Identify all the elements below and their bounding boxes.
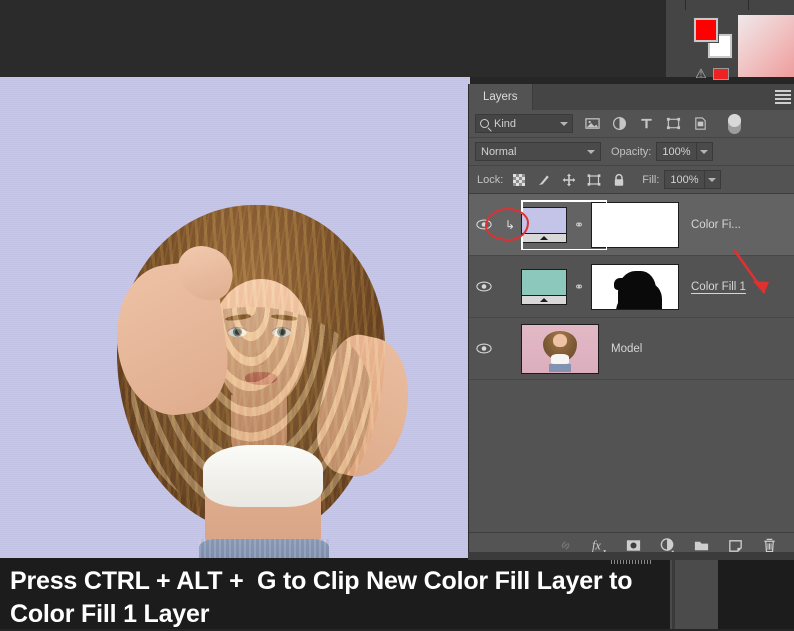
model-jeans: [199, 539, 329, 558]
pixel-layer-filter-icon[interactable]: [585, 116, 600, 131]
hamburger-menu-icon[interactable]: [775, 90, 791, 104]
opacity-input[interactable]: 100%: [656, 142, 697, 161]
mask-link-icon[interactable]: ⚭: [571, 218, 587, 232]
layer-fill-thumbnail[interactable]: [521, 206, 567, 243]
table-row[interactable]: ⚭ Color Fill 1: [469, 256, 794, 318]
caption-bar-edge: [672, 558, 675, 629]
fill-stepper[interactable]: [704, 170, 721, 189]
toolbar-divider: [685, 0, 686, 10]
fill-thumbnail-bar: [522, 232, 566, 242]
blend-mode-select[interactable]: Normal: [475, 142, 601, 161]
type-layer-filter-icon[interactable]: [639, 116, 654, 131]
layer-image-thumbnail[interactable]: [521, 323, 599, 374]
search-icon: [480, 119, 489, 128]
lock-row: Lock: Fill: 100%: [469, 166, 794, 194]
blend-mode-value: Normal: [481, 145, 517, 158]
table-row[interactable]: Model: [469, 318, 794, 380]
smart-object-filter-icon[interactable]: [693, 116, 708, 131]
layer-visibility-toggle[interactable]: [469, 281, 499, 292]
document-canvas[interactable]: [0, 77, 470, 558]
panel-footer-strip: [468, 552, 794, 560]
fill-label: Fill:: [642, 173, 660, 186]
thumbnail-jeans: [549, 363, 571, 373]
chevron-down-icon: [708, 177, 717, 182]
lock-all-icon[interactable]: [612, 173, 626, 187]
layer-visibility-toggle[interactable]: [469, 343, 499, 354]
lock-image-pixels-icon[interactable]: [537, 173, 551, 187]
color-swatches[interactable]: [693, 17, 736, 60]
eye-visibility-icon: [476, 343, 492, 354]
layer-mask-thumbnail[interactable]: [591, 263, 679, 310]
thumbnail-top: [550, 354, 570, 364]
layer-fill-thumbnail[interactable]: [521, 268, 567, 305]
toolbar-divider: [748, 0, 749, 10]
shape-layer-filter-icon[interactable]: [666, 116, 681, 131]
chevron-down-icon: [700, 149, 708, 154]
instruction-caption: Press CTRL + ALT + G to Clip New Color F…: [0, 558, 670, 629]
layers-panel-tabbar: Layers: [469, 84, 794, 110]
layers-panel: Layers Kind Normal Opacity: 100% Lock: F…: [468, 84, 794, 564]
layer-list: ↳ ⚭ Color Fi... ⚭ Color Fill 1 Model: [469, 194, 794, 380]
clipping-mask-arrow-icon: ↳: [504, 217, 516, 232]
lock-label: Lock:: [477, 173, 504, 186]
lock-transparent-pixels-icon[interactable]: [512, 173, 526, 187]
warning-icon: ⚠: [695, 66, 707, 81]
eye-visibility-icon: [476, 219, 492, 230]
mask-link-icon[interactable]: ⚭: [571, 280, 587, 294]
model-crop-top: [203, 445, 323, 507]
adjustment-layer-filter-icon[interactable]: [612, 116, 627, 131]
fill-thumbnail-bar: [522, 294, 566, 304]
table-row[interactable]: ↳ ⚭ Color Fi...: [469, 194, 794, 294]
quick-mask-color-icon[interactable]: [713, 68, 729, 80]
layer-filter-row: Kind: [469, 110, 794, 138]
layer-name[interactable]: Color Fill 1: [691, 281, 746, 293]
chevron-down-icon[interactable]: [560, 121, 568, 126]
filter-kind-select[interactable]: Kind: [475, 114, 573, 133]
tab-layers[interactable]: Layers: [469, 84, 533, 110]
layer-name[interactable]: Model: [611, 343, 642, 355]
opacity-label: Opacity:: [611, 145, 652, 158]
lock-position-icon[interactable]: [562, 173, 576, 187]
layer-visibility-toggle[interactable]: [469, 219, 499, 230]
foreground-color-swatch[interactable]: [693, 17, 719, 43]
filter-toggle[interactable]: [728, 113, 741, 134]
blend-mode-row: Normal Opacity: 100%: [469, 138, 794, 166]
caption-bar-shade: [670, 558, 718, 629]
chevron-down-icon[interactable]: [587, 149, 595, 154]
fill-input[interactable]: 100%: [664, 170, 705, 189]
layer-name[interactable]: Color Fi...: [691, 219, 741, 231]
model-photo: [95, 187, 425, 558]
layer-mask-thumbnail[interactable]: [591, 201, 679, 248]
thumbnail-face: [553, 334, 567, 347]
photoshop-window: ⚠ Press CTRL + ALT + G to Clip New Color…: [0, 0, 794, 629]
filter-icon-group: [585, 113, 741, 134]
opacity-stepper[interactable]: [696, 142, 713, 161]
gradient-preview-panel[interactable]: [738, 15, 794, 77]
eye-visibility-icon: [476, 281, 492, 292]
lock-artboard-nesting-icon[interactable]: [587, 173, 601, 187]
svg-text:fx: fx: [592, 538, 601, 552]
filter-kind-label: Kind: [494, 117, 517, 130]
lock-icon-group: [512, 173, 626, 187]
